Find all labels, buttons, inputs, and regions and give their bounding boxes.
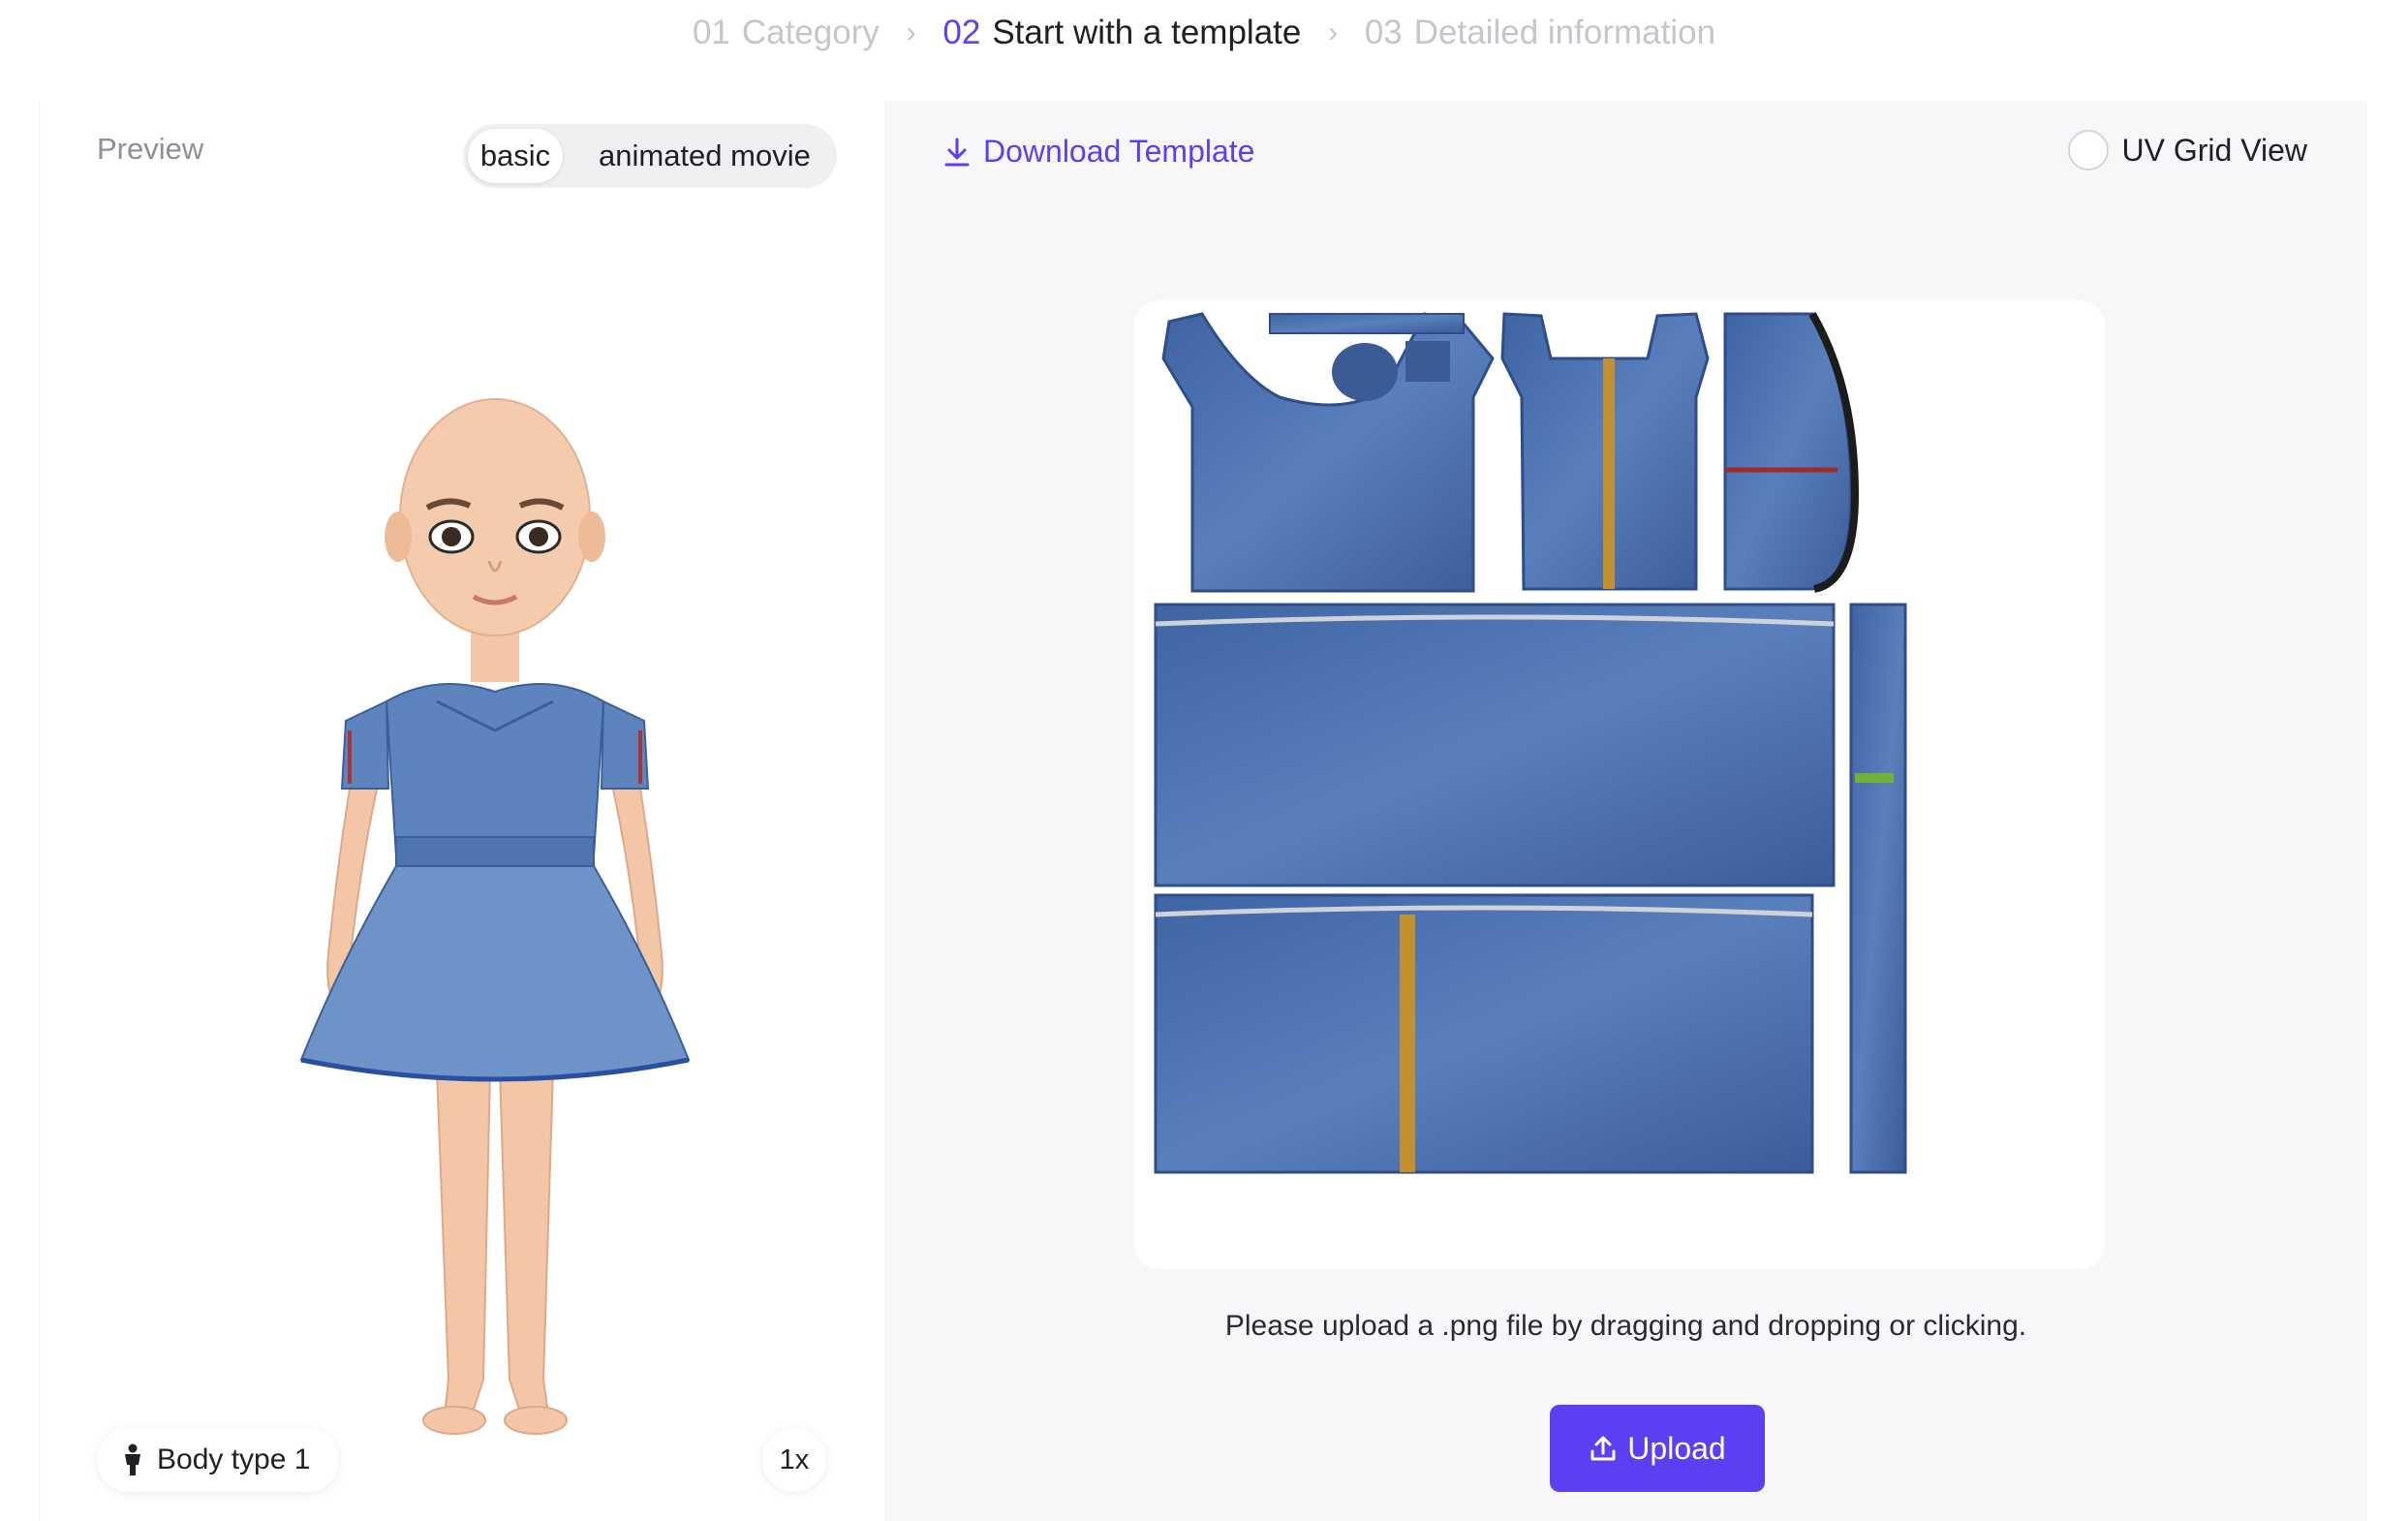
uv-grid-toggle[interactable]: UV Grid View: [2067, 130, 2307, 171]
body-type-label: Body type 1: [157, 1443, 311, 1475]
chevron-right-icon: ›: [1328, 16, 1339, 48]
mode-animated-movie[interactable]: animated movie: [599, 129, 811, 183]
body-type-button[interactable]: Body type 1: [97, 1428, 340, 1492]
upload-hint: Please upload a .png file by dragging an…: [1224, 1310, 2027, 1342]
chevron-right-icon: ›: [906, 16, 916, 48]
upload-label: Upload: [1627, 1430, 1726, 1466]
person-icon: [125, 1443, 140, 1475]
step-category[interactable]: 01 Category: [693, 14, 880, 52]
uv-map-image: [1154, 311, 1907, 1174]
uv-grid-label: UV Grid View: [2121, 132, 2307, 168]
editor-frame: Preview basic animated movie Body type 1…: [39, 101, 2367, 1521]
download-template-label: Download Template: [983, 134, 1255, 169]
upload-button[interactable]: Upload: [1550, 1405, 1765, 1492]
download-icon: [944, 138, 970, 166]
step-template[interactable]: 02 Start with a template: [942, 14, 1301, 52]
step-details[interactable]: 03 Detailed information: [1365, 14, 1715, 52]
stepper: 01 Category › 02 Start with a template › 0…: [0, 12, 2408, 52]
preview-panel: Preview basic animated movie Body type 1…: [39, 101, 885, 1521]
download-template-link[interactable]: Download Template: [942, 134, 1254, 170]
template-panel: Download Template UV Grid View Please up…: [884, 101, 2367, 1521]
upload-icon: [1590, 1436, 1616, 1461]
preview-title: Preview: [97, 132, 204, 166]
mode-basic[interactable]: basic: [468, 129, 563, 183]
mode-toggle[interactable]: basic animated movie: [463, 124, 837, 188]
uv-grid-radio[interactable]: [2067, 130, 2109, 171]
zoom-button[interactable]: 1x: [762, 1428, 826, 1492]
avatar-preview[interactable]: [282, 333, 708, 1467]
uv-template-preview[interactable]: [1134, 300, 2105, 1269]
